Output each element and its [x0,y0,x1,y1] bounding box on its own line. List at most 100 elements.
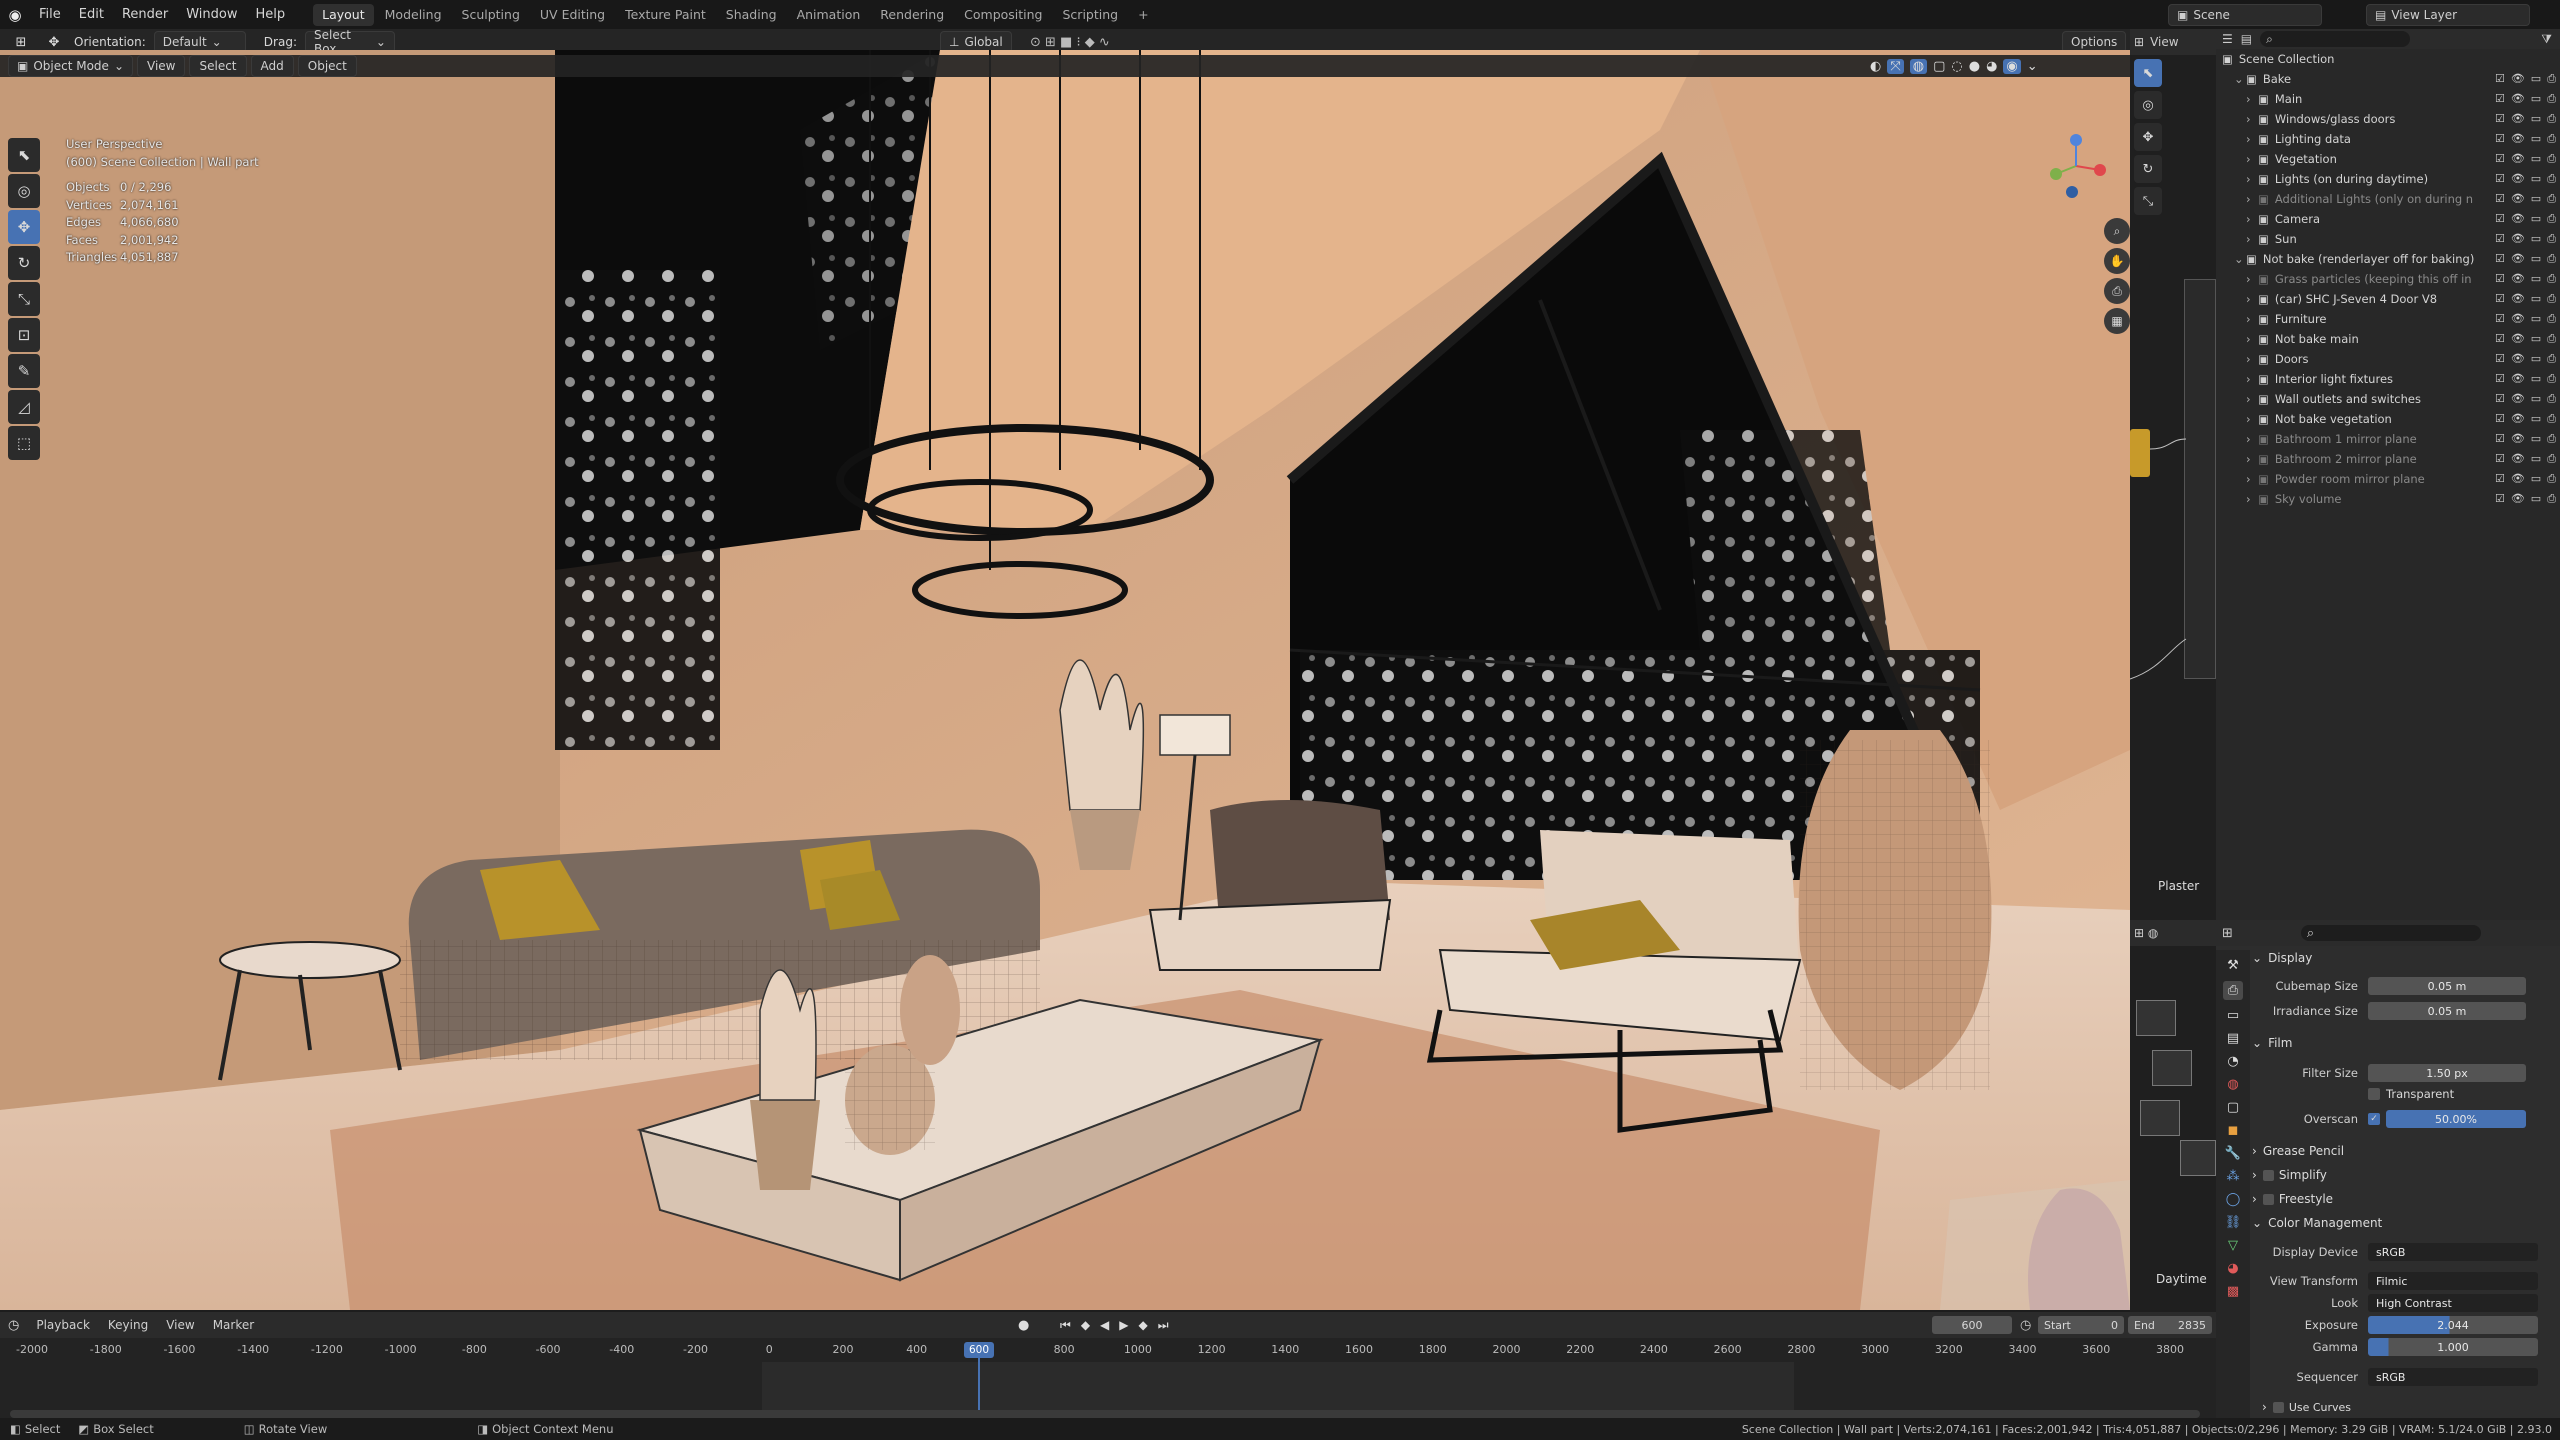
render-toggle-icon[interactable]: ⎙ [2547,452,2556,466]
tab-compositing[interactable]: Compositing [955,4,1051,26]
overlay-toggle-icon[interactable]: ◍ [1909,58,1928,74]
overscan-field[interactable]: 50.00% [2386,1110,2526,1128]
outliner-item[interactable]: › ▣ Windows/glass doors ☑ 👁 ▭ ⎙ [2216,109,2560,129]
eye-icon[interactable]: 👁 [2511,72,2525,86]
display-mode-icon[interactable]: ▤ [2241,32,2252,46]
data-props-icon[interactable]: ▽ [2228,1238,2238,1253]
annotate-tool[interactable]: ✎ [8,354,40,388]
chevron-right-icon[interactable]: › [2246,212,2258,226]
eye-icon[interactable]: 👁 [2511,392,2525,406]
chevron-down-icon[interactable]: ⌄ [2234,252,2246,266]
outliner-item[interactable]: › ▣ Vegetation ☑ 👁 ▭ ⎙ [2216,149,2560,169]
exclude-checkbox-icon[interactable]: ☑ [2495,292,2505,306]
render-toggle-icon[interactable]: ⎙ [2547,292,2556,306]
exclude-checkbox-icon[interactable]: ☑ [2495,252,2505,266]
visibility-toggles[interactable]: ☑ 👁 ▭ ⎙ [2495,392,2556,406]
visibility-toggles[interactable]: ☑ 👁 ▭ ⎙ [2495,152,2556,166]
eye-icon[interactable]: 👁 [2511,352,2525,366]
visibility-toggles[interactable]: ☑ 👁 ▭ ⎙ [2495,112,2556,126]
menu-edit[interactable]: Edit [70,0,113,29]
display-device-dropdown[interactable]: sRGB [2368,1243,2538,1261]
select-toggle-icon[interactable]: ▭ [2531,452,2541,466]
cubemap-size-field[interactable]: 0.05 m [2368,977,2526,995]
physics-props-icon[interactable]: ◯ [2226,1192,2241,1207]
select-toggle-icon[interactable]: ▭ [2531,352,2541,366]
zoom-icon[interactable]: ⌕ [2104,218,2130,244]
visibility-icon[interactable]: ◐ [1870,59,1881,74]
menu-window[interactable]: Window [177,0,246,29]
start-frame-field[interactable]: Start 0 [2038,1316,2124,1334]
chevron-right-icon[interactable]: › [2246,332,2258,346]
exposure-slider[interactable]: 2.044 [2368,1316,2538,1334]
add-menu[interactable]: Add [250,55,294,77]
outliner-item[interactable]: › ▣ Main ☑ 👁 ▭ ⎙ [2216,89,2560,109]
gamma-slider[interactable]: 1.000 [2368,1338,2538,1356]
render-toggle-icon[interactable]: ⎙ [2547,152,2556,166]
end-frame-field[interactable]: End 2835 [2128,1316,2212,1334]
visibility-toggles[interactable]: ☑ 👁 ▭ ⎙ [2495,312,2556,326]
chevron-right-icon[interactable]: › [2246,172,2258,186]
select-menu[interactable]: Select [189,55,247,77]
visibility-toggles[interactable]: ☑ 👁 ▭ ⎙ [2495,212,2556,226]
frame-ruler[interactable]: -2000 -1800 -1600 -1400 -1200 -1000 -800 -600 -4… [0,1338,2216,1362]
exclude-checkbox-icon[interactable]: ☑ [2495,72,2505,86]
menu-render[interactable]: Render [113,0,177,29]
exclude-checkbox-icon[interactable]: ☑ [2495,352,2505,366]
chevron-right-icon[interactable]: › [2246,92,2258,106]
exclude-checkbox-icon[interactable]: ☑ [2495,152,2505,166]
irradiance-size-field[interactable]: 0.05 m [2368,1002,2526,1020]
visibility-toggles[interactable]: ☑ 👁 ▭ ⎙ [2495,172,2556,186]
rotate-tool[interactable]: ↻ [8,246,40,280]
simplify-checkbox[interactable] [2262,1169,2274,1181]
current-frame-field[interactable]: 600 [1932,1316,2012,1334]
visibility-toggles[interactable]: ☑ 👁 ▭ ⎙ [2495,332,2556,346]
object-props-icon[interactable]: ◼ [2228,1123,2239,1138]
exclude-checkbox-icon[interactable]: ☑ [2495,492,2505,506]
node-editor-panel[interactable]: ⊞ View ⬉ ◎ ✥ ↻ ⤡ Plaster [2130,29,2216,929]
navigation-gizmo[interactable] [2042,132,2110,200]
select-toggle-icon[interactable]: ▭ [2531,132,2541,146]
view-layer-selector[interactable]: ▤ View Layer [2366,4,2531,26]
tab-layout[interactable]: Layout [313,3,374,26]
outliner-item[interactable]: › ▣ Powder room mirror plane ☑ 👁 ▭ ⎙ [2216,469,2560,489]
freestyle-section[interactable]: › Freestyle [2252,1188,2333,1210]
eye-icon[interactable]: 👁 [2511,152,2525,166]
select-toggle-icon[interactable]: ▭ [2531,252,2541,266]
chevron-right-icon[interactable]: › [2246,292,2258,306]
jump-start-icon[interactable]: ⏮ [1060,1318,1071,1333]
object-menu[interactable]: Object [297,55,357,77]
cursor-tool[interactable]: ◎ [8,174,40,208]
tab-rendering[interactable]: Rendering [871,4,953,26]
output-props-icon[interactable]: ▭ [2227,1008,2239,1023]
eye-icon[interactable]: 👁 [2511,412,2525,426]
visibility-toggles[interactable]: ☑ 👁 ▭ ⎙ [2495,432,2556,446]
node-box[interactable] [2180,1140,2216,1176]
exclude-checkbox-icon[interactable]: ☑ [2495,92,2505,106]
eye-icon[interactable]: 👁 [2511,372,2525,386]
gizmo-toggle-icon[interactable]: ⤧ [1887,58,1904,74]
exclude-checkbox-icon[interactable]: ☑ [2495,172,2505,186]
tab-scripting[interactable]: Scripting [1054,4,1128,26]
playhead-label[interactable]: 600 [964,1342,994,1358]
viewport-scene-render[interactable] [0,50,2130,1310]
xray-icon[interactable]: ▢ [1933,59,1945,74]
filter-size-field[interactable]: 1.50 px [2368,1064,2526,1082]
eye-icon[interactable]: 👁 [2511,492,2525,506]
timeline-scrollbar[interactable] [10,1410,2200,1418]
exclude-checkbox-icon[interactable]: ☑ [2495,112,2505,126]
select-toggle-icon[interactable]: ▭ [2531,112,2541,126]
visibility-toggles[interactable]: ☑ 👁 ▭ ⎙ [2495,452,2556,466]
search-field[interactable]: ⌕ [2260,31,2411,47]
outliner-item[interactable]: ⌄ ▣ Not bake (renderlayer off for baking) ☑… [2216,249,2560,269]
3d-viewport[interactable]: ⬉ ◎ ✥ ↻ ⤡ ⊡ ✎ ◿ ⬚ User Perspective (600)… [0,50,2130,1310]
clock-icon[interactable]: ◷ [2020,1318,2031,1333]
render-toggle-icon[interactable]: ⎙ [2547,352,2556,366]
render-toggle-icon[interactable]: ⎙ [2547,492,2556,506]
play-reverse-icon[interactable]: ◀ [1100,1318,1109,1333]
material-props-icon[interactable]: ◕ [2227,1261,2238,1276]
outliner-item[interactable]: › ▣ Sky volume ☑ 👁 ▭ ⎙ [2216,489,2560,509]
select-toggle-icon[interactable]: ▭ [2531,432,2541,446]
outliner-item[interactable]: › ▣ Wall outlets and switches ☑ 👁 ▭ ⎙ [2216,389,2560,409]
menu-file[interactable]: File [30,0,70,29]
filter-icon[interactable]: ⧩ [2541,32,2560,47]
